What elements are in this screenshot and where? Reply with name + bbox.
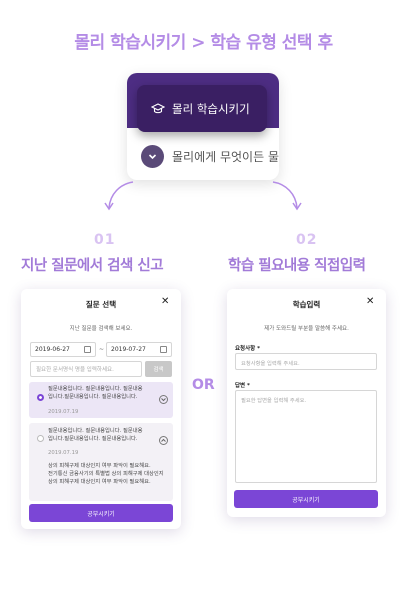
collapse-icon[interactable] <box>159 436 168 445</box>
step-title-2: 학습 필요내용 직접입력 <box>228 258 366 274</box>
date-separator: ~ <box>99 346 105 353</box>
chevron-down-icon <box>141 144 164 168</box>
submit-button[interactable]: 공부시키기 <box>234 490 378 508</box>
submit-button[interactable]: 공부시키기 <box>29 504 173 522</box>
modal-description: 제가 도와드릴 부분을 말씀해 주세요. <box>264 326 349 332</box>
learning-input-modal: 학습입력 ✕ 제가 도와드릴 부분을 말씀해 주세요. 요청사항 * 요청사항을… <box>227 289 386 517</box>
question-item[interactable]: 질문내용입니다. 질문내용입니다. 질문내용 입니다.질문내용입니다. 질문내용… <box>29 382 173 418</box>
menu-item-label: 몰리에게 무엇이든 물 <box>172 149 279 164</box>
question-text: 질문내용입니다. 질문내용입니다. 질문내용 입니다.질문내용입니다. 질문내용… <box>48 428 142 443</box>
date-from-field[interactable]: 2019-06-27 <box>30 342 96 357</box>
step-number-1: 01 <box>94 232 116 248</box>
expand-icon[interactable] <box>159 395 168 404</box>
answer-text: 상의 피해구제 대상인지 여부 파악이 필요해요. 전기통신 금융사기의 특별법… <box>48 463 164 486</box>
right-arrow-icon <box>272 181 302 211</box>
answer-label: 답변 * <box>235 383 250 389</box>
modal-title: 학습입력 <box>292 300 321 309</box>
radio-selected[interactable] <box>37 394 44 401</box>
question-select-modal: 질문 선택 ✕ 지난 질문을 검색해 보세요. 2019-06-27 ~ 201… <box>21 289 181 529</box>
question-date: 2019.07.19 <box>48 450 79 456</box>
page-title: 몰리 학습시키기 > 학습 유형 선택 후 <box>74 33 333 53</box>
calendar-icon <box>84 346 91 353</box>
calendar-icon <box>160 346 167 353</box>
menu-item-ask-molly[interactable]: 몰리에게 무엇이든 물 <box>141 143 279 169</box>
question-date: 2019.07.19 <box>48 409 79 415</box>
answer-text-line: 상의 피해구제 대상인지 여부 파악이 필요해요. <box>48 463 151 469</box>
menu-item-molly-training[interactable]: 몰리 학습시키기 <box>137 85 267 132</box>
close-icon[interactable]: ✕ <box>161 296 169 307</box>
graduation-cap-icon <box>150 102 166 116</box>
question-text-line: 입니다.질문내용입니다. 질문내용입니다. <box>48 393 138 400</box>
left-arrow-icon <box>104 181 134 211</box>
answer-textarea[interactable]: 필요한 답변을 입력해 주세요. <box>235 390 377 483</box>
answer-text-line: 전기통신 금융사기의 특별법 상의 피해구제 대상인지 <box>48 470 164 477</box>
close-icon[interactable]: ✕ <box>366 296 374 307</box>
request-input[interactable]: 요청사항을 입력해 주세요. <box>235 353 377 370</box>
search-input[interactable]: 필요한 문서명식 명을 입력하세요. <box>30 361 142 377</box>
search-button[interactable]: 검색 <box>145 361 172 377</box>
modal-title: 질문 선택 <box>85 300 117 309</box>
or-label: OR <box>192 377 215 393</box>
radio-unselected[interactable] <box>37 435 44 442</box>
question-text-line: 질문내용입니다. 질문내용입니다. 질문내용 <box>48 428 143 434</box>
modal-description: 지난 질문을 검색해 보세요. <box>69 326 133 332</box>
question-text-line: 입니다.질문내용입니다. 질문내용입니다. <box>48 435 138 442</box>
question-item[interactable]: 질문내용입니다. 질문내용입니다. 질문내용 입니다.질문내용입니다. 질문내용… <box>29 423 173 501</box>
date-to-value: 2019-07-27 <box>111 346 146 353</box>
date-to-field[interactable]: 2019-07-27 <box>106 342 172 357</box>
question-text: 질문내용입니다. 질문내용입니다. 질문내용 입니다.질문내용입니다. 질문내용… <box>48 386 142 401</box>
question-text-line: 질문내용입니다. 질문내용입니다. 질문내용 <box>48 386 143 392</box>
answer-text-line: 상의 피해구제 대상인지 여부 파악이 필요해요. <box>48 478 151 485</box>
step-title-1: 지난 질문에서 검색 신고 <box>21 258 164 274</box>
menu-item-label: 몰리 학습시키기 <box>172 101 250 116</box>
request-label: 요청사항 * <box>235 346 261 352</box>
step-number-2: 02 <box>296 232 318 248</box>
date-from-value: 2019-06-27 <box>35 346 70 353</box>
